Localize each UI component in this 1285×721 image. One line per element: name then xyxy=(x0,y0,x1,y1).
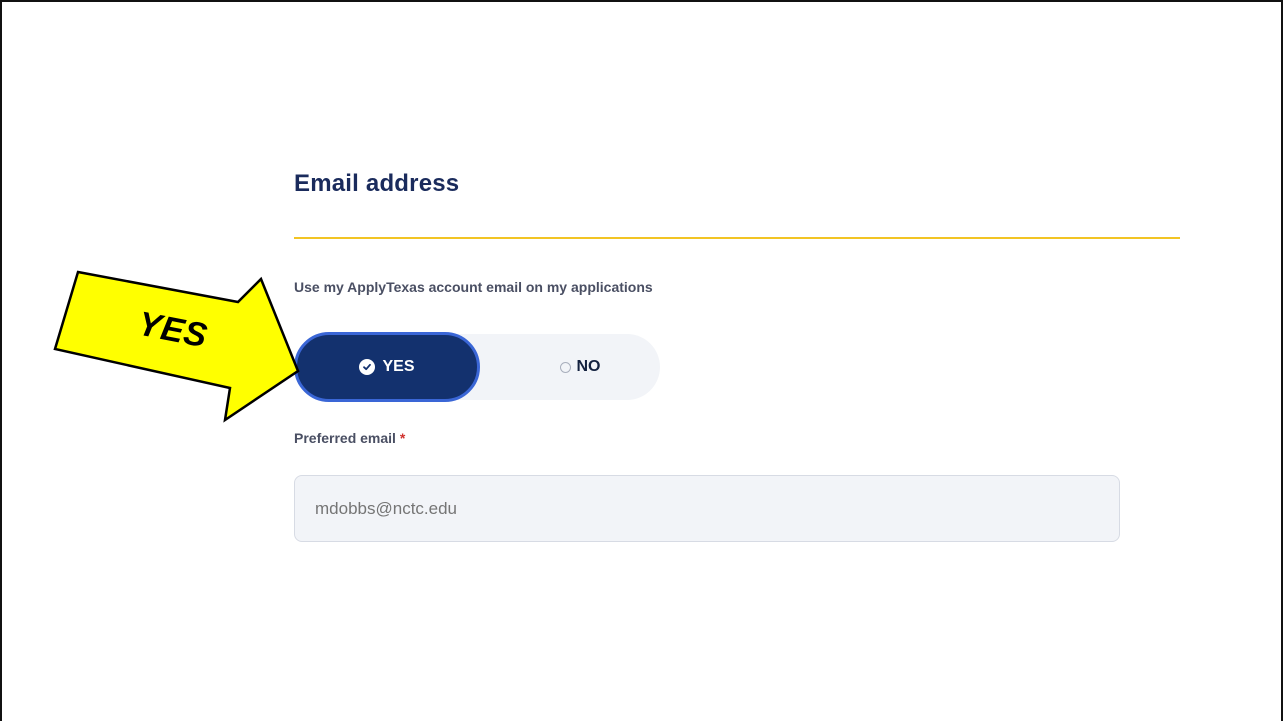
preferred-email-input[interactable] xyxy=(294,475,1120,542)
radio-empty-icon xyxy=(559,361,571,373)
no-option-label: NO xyxy=(576,358,601,375)
yes-callout-arrow-icon xyxy=(53,270,300,423)
no-option-button[interactable]: NO xyxy=(500,334,660,400)
